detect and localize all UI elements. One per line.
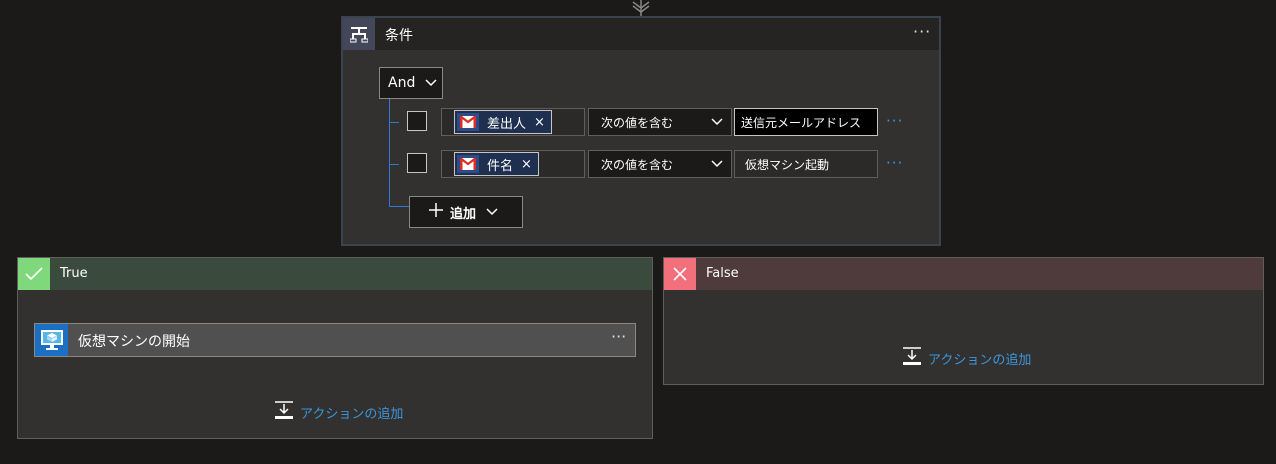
- start-vm-action-card[interactable]: 仮想マシンの開始 ···: [34, 323, 636, 357]
- true-branch-card: True 仮想マシンの開始 ··· アクションの追加: [17, 257, 653, 439]
- tree-branch: [389, 122, 399, 123]
- token-remove-button[interactable]: ×: [521, 157, 532, 172]
- chevron-down-icon: [711, 157, 723, 171]
- false-branch-header[interactable]: False: [664, 258, 1263, 290]
- true-branch-header[interactable]: True: [18, 258, 652, 290]
- operator-dropdown[interactable]: 次の値を含む: [588, 108, 732, 136]
- group-operator-value: And: [388, 75, 416, 91]
- value-text: 仮想マシン起動: [745, 157, 830, 172]
- action-title: 仮想マシンの開始: [78, 334, 190, 350]
- add-action-label: アクションの追加: [928, 352, 1032, 368]
- true-add-action-link[interactable]: アクションの追加: [274, 400, 403, 424]
- row-more-menu[interactable]: ···: [886, 154, 903, 172]
- condition-title: 条件: [385, 28, 413, 44]
- action-more-menu[interactable]: ···: [611, 327, 626, 346]
- add-condition-button[interactable]: 追加: [409, 196, 523, 228]
- dynamic-content-token[interactable]: 差出人 ×: [454, 110, 552, 134]
- condition-icon: [343, 18, 375, 50]
- condition-left-field[interactable]: 件名 ×: [441, 150, 585, 178]
- chevron-down-icon: [711, 115, 723, 129]
- false-branch-label: False: [706, 266, 739, 281]
- condition-value-input[interactable]: 送信元メールアドレス: [734, 108, 878, 136]
- operator-value: 次の値を含む: [601, 115, 674, 130]
- false-add-action-link[interactable]: アクションの追加: [902, 346, 1031, 370]
- token-label: 件名: [487, 158, 514, 174]
- add-action-icon: [274, 400, 294, 424]
- virtual-machine-icon: [35, 324, 68, 356]
- checkmark-icon: [18, 258, 50, 290]
- group-operator-dropdown[interactable]: And: [379, 67, 443, 99]
- tree-branch: [389, 164, 399, 165]
- gmail-icon: [457, 155, 479, 173]
- dynamic-content-token[interactable]: 件名 ×: [454, 152, 539, 176]
- flow-connector-icon: [630, 0, 652, 16]
- gmail-icon: [457, 113, 479, 131]
- close-icon: [664, 258, 696, 290]
- row-checkbox[interactable]: [407, 111, 427, 131]
- condition-card: 条件 ··· And 差出人 × 次の値を含む 送信元メールアドレス ··· 件…: [341, 16, 941, 246]
- tree-branch: [389, 206, 409, 207]
- row-more-menu[interactable]: ···: [886, 112, 903, 130]
- plus-icon: [428, 202, 444, 222]
- operator-dropdown[interactable]: 次の値を含む: [588, 150, 732, 178]
- condition-header[interactable]: 条件 ···: [343, 18, 939, 50]
- add-action-icon: [902, 346, 922, 370]
- operator-value: 次の値を含む: [601, 157, 674, 172]
- value-text: 送信元メールアドレス: [741, 115, 862, 130]
- row-checkbox[interactable]: [407, 153, 427, 173]
- condition-more-menu[interactable]: ···: [913, 22, 931, 41]
- condition-value-input[interactable]: 仮想マシン起動: [734, 150, 878, 178]
- condition-left-field[interactable]: 差出人 ×: [441, 108, 585, 136]
- true-branch-label: True: [60, 266, 88, 281]
- chevron-down-icon: [486, 205, 498, 220]
- tree-line: [389, 99, 390, 207]
- token-label: 差出人: [487, 116, 527, 132]
- add-action-label: アクションの追加: [300, 406, 404, 422]
- token-remove-button[interactable]: ×: [534, 115, 545, 130]
- chevron-down-icon: [425, 75, 437, 91]
- add-label: 追加: [450, 206, 477, 222]
- false-branch-card: False アクションの追加: [663, 257, 1264, 385]
